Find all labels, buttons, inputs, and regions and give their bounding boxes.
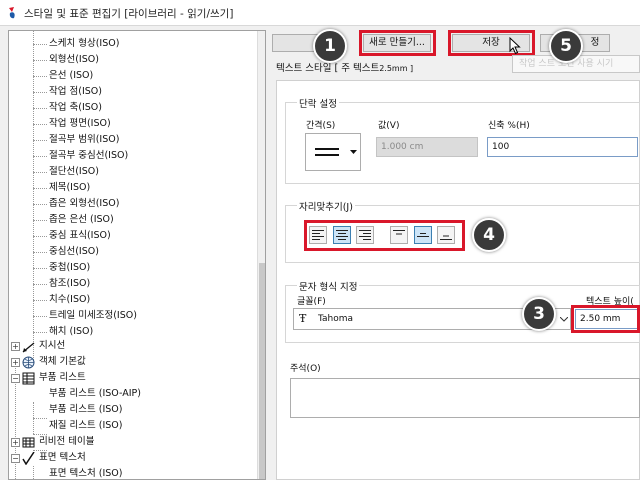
tree-scrollbar-thumb[interactable]	[259, 263, 265, 479]
callout-frame-new	[359, 30, 436, 56]
tree-item[interactable]: 부품 리스트 (ISO)	[49, 402, 122, 418]
dropdown-arrow-icon	[560, 317, 568, 322]
style-name: 텍스트 스타일 [ 주 텍스트2.5mm ]	[276, 63, 414, 74]
tree-item[interactable]: 은선 (ISO)	[49, 68, 93, 84]
callout-badge-3: 3	[522, 297, 556, 331]
truetype-icon: Ŧ	[299, 312, 307, 325]
app-icon	[9, 7, 15, 19]
leader-icon	[22, 342, 35, 353]
tree-item[interactable]: 작업 축(ISO)	[49, 100, 102, 116]
stretch-label: 신축 %(H)	[488, 121, 530, 131]
tree-item[interactable]: 치수(ISO)	[49, 292, 90, 308]
tree-expander[interactable]: −	[11, 454, 20, 463]
tree-item[interactable]: 작업 평면(ISO)	[49, 116, 111, 132]
parts-list-icon	[22, 372, 35, 385]
tree-item[interactable]: 재질 리스트 (ISO)	[49, 418, 122, 434]
comment-label: 주석(O)	[290, 364, 321, 374]
dropdown-arrow-icon	[350, 150, 357, 154]
comment-textarea[interactable]	[290, 378, 640, 418]
window-title: 스타일 및 표준 편집기 [라이브러리 - 읽기/쓰기]	[24, 8, 234, 20]
tree-item[interactable]: 표면 텍스처 (ISO)	[49, 466, 122, 479]
tree-item[interactable]: 스케치 형상(ISO)	[49, 36, 119, 52]
style-tree[interactable]: 스케치 형상(ISO) 외형선(ISO) 은선 (ISO) 작업 점(ISO) …	[8, 30, 266, 480]
callout-badge-1: 1	[313, 29, 347, 63]
line-spacing-dropdown[interactable]	[305, 133, 361, 171]
tree-item[interactable]: 절곡부 범위(ISO)	[49, 132, 119, 148]
tree-item[interactable]: 중첩(ISO)	[49, 260, 90, 276]
tree-expander[interactable]: −	[11, 374, 20, 383]
tree-expander[interactable]: +	[11, 358, 20, 367]
tree-item[interactable]: 부품 리스트 (ISO-AIP)	[49, 386, 141, 402]
callout-frame-text-height	[571, 305, 640, 333]
tree-item[interactable]: 제목(ISO)	[49, 180, 90, 196]
tree-item[interactable]: 중심선(ISO)	[49, 244, 99, 260]
value-label: 값(V)	[378, 121, 400, 131]
tree-expander[interactable]: +	[11, 438, 20, 447]
tree-item[interactable]: 트레일 미세조정(ISO)	[49, 308, 137, 324]
globe-icon	[22, 356, 35, 369]
tree-item[interactable]: 절단선(ISO)	[49, 164, 99, 180]
character-format-title: 문자 형식 지정	[297, 279, 360, 293]
revision-table-icon	[22, 437, 35, 448]
spacing-value-field[interactable]: 1.000 cm	[376, 137, 478, 157]
tree-item[interactable]: 절곡부 중심선(ISO)	[49, 148, 128, 164]
tree-item[interactable]: 중심 표식(ISO)	[49, 228, 111, 244]
callout-frame-justification	[304, 220, 465, 251]
tree-item[interactable]: 좁은 은선 (ISO)	[49, 212, 114, 228]
tree-item[interactable]: 표면 텍스처	[39, 450, 86, 466]
tree-item[interactable]: 지시선	[39, 338, 65, 354]
tree-item[interactable]: 리비전 테이블	[39, 434, 94, 450]
mouse-cursor-icon	[509, 37, 521, 55]
font-label: 글꼴(F)	[297, 297, 326, 307]
title-bar: 스타일 및 표준 편집기 [라이브러리 - 읽기/쓰기]	[0, 0, 640, 26]
callout-badge-5: 5	[549, 29, 583, 63]
surface-texture-icon	[22, 452, 35, 465]
line-spacing-icon	[315, 148, 339, 156]
justification-title: 자리맞추기(J)	[297, 199, 355, 213]
tree-item[interactable]: 부품 리스트	[39, 370, 86, 386]
stretch-field[interactable]: 100	[487, 137, 638, 157]
tree-item[interactable]: 작업 점(ISO)	[49, 84, 102, 100]
spacing-label: 간격(S)	[306, 121, 336, 131]
tree-item[interactable]: 객체 기본값	[39, 354, 86, 370]
tree-expander[interactable]: +	[11, 342, 20, 351]
tree-scrollbar[interactable]	[257, 31, 265, 479]
callout-frame-save	[448, 30, 535, 56]
tree-item[interactable]: 좁은 외형선(ISO)	[49, 196, 119, 212]
tree-item[interactable]: 참조(ISO)	[49, 276, 90, 292]
tree-item[interactable]: 외형선(ISO)	[49, 52, 99, 68]
paragraph-settings-title: 단락 설정	[297, 96, 339, 110]
callout-badge-4: 4	[472, 218, 506, 252]
